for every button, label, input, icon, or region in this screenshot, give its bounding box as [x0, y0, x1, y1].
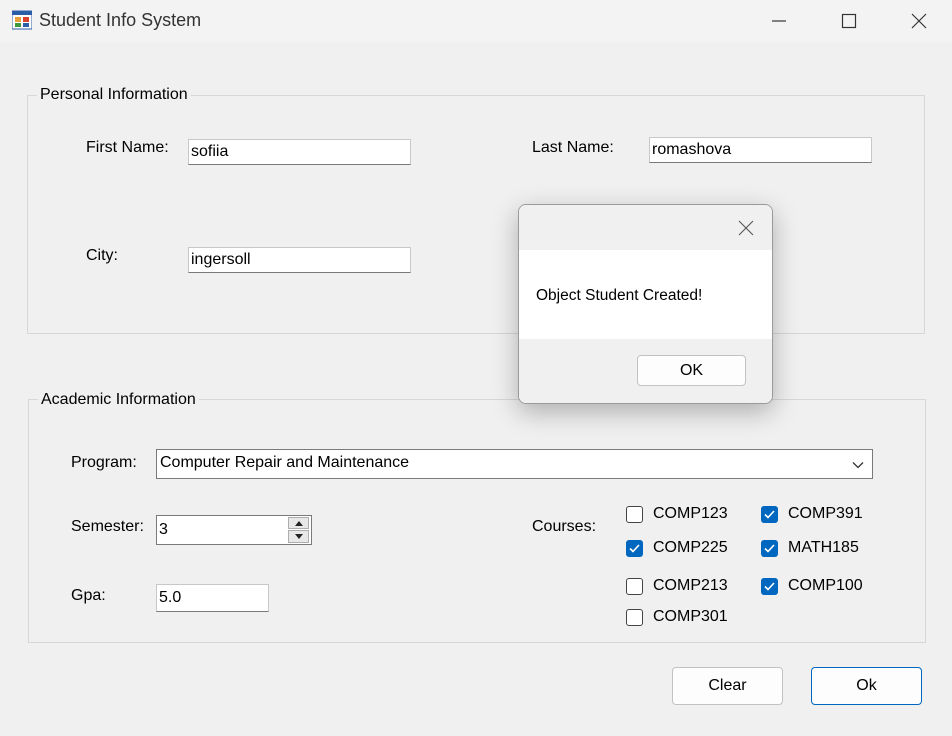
maximize-button[interactable] — [826, 0, 872, 42]
city-field[interactable]: ingersoll — [188, 247, 411, 273]
gpa-label: Gpa: — [71, 587, 106, 604]
course-label: COMP213 — [653, 577, 728, 594]
program-label: Program: — [71, 454, 137, 471]
checkbox-box[interactable] — [626, 506, 643, 523]
spin-up-icon — [294, 520, 303, 526]
spin-down-button[interactable] — [288, 530, 309, 543]
course-label: COMP301 — [653, 608, 728, 625]
minimize-button[interactable] — [756, 0, 802, 42]
course-label: MATH185 — [788, 539, 859, 556]
gpa-field[interactable]: 5.0 — [156, 584, 269, 612]
dialog-footer: OK — [519, 339, 772, 403]
message-dialog: Object Student Created! OK — [518, 204, 773, 404]
first-name-label: First Name: — [86, 139, 169, 156]
last-name-label: Last Name: — [532, 139, 614, 156]
course-label: COMP225 — [653, 539, 728, 556]
checkmark-icon — [764, 582, 775, 591]
window-title: Student Info System — [39, 10, 202, 30]
program-selected-value: Computer Repair and Maintenance — [160, 454, 410, 471]
dialog-message: Object Student Created! — [536, 287, 703, 304]
personal-info-legend: Personal Information — [37, 86, 191, 104]
chevron-down-icon — [852, 462, 864, 469]
course-label: COMP391 — [788, 505, 863, 522]
ok-button[interactable]: Ok — [811, 667, 922, 705]
checkmark-icon — [764, 510, 775, 519]
close-button[interactable] — [896, 0, 942, 42]
checkbox-box[interactable] — [626, 609, 643, 626]
checkmark-icon — [764, 544, 775, 553]
dialog-ok-button[interactable]: OK — [637, 355, 746, 386]
first-name-field[interactable]: sofiia — [188, 139, 411, 165]
dialog-title-bar — [519, 205, 772, 250]
title-bar: Student Info System — [0, 0, 952, 42]
close-icon — [738, 220, 754, 236]
clear-button[interactable]: Clear — [672, 667, 783, 705]
academic-info-legend: Academic Information — [38, 391, 199, 409]
semester-label: Semester: — [71, 518, 144, 535]
course-label: COMP123 — [653, 505, 728, 522]
maximize-icon — [841, 13, 857, 29]
minimize-icon — [772, 20, 786, 22]
semester-value: 3 — [159, 521, 168, 538]
close-icon — [911, 13, 927, 29]
checkbox-box[interactable] — [626, 578, 643, 595]
checkmark-icon — [629, 544, 640, 553]
last-name-field[interactable]: romashova — [649, 137, 872, 163]
checkbox-box[interactable] — [761, 578, 778, 595]
personal-info-group — [27, 95, 925, 334]
city-label: City: — [86, 247, 118, 264]
checkbox-box[interactable] — [761, 540, 778, 557]
courses-label: Courses: — [532, 518, 597, 535]
spin-down-icon — [294, 534, 303, 539]
spin-up-button[interactable] — [288, 517, 309, 529]
app-icon — [12, 10, 32, 30]
checkbox-box[interactable] — [761, 506, 778, 523]
program-dropdown[interactable]: Computer Repair and Maintenance — [156, 449, 873, 479]
course-label: COMP100 — [788, 577, 863, 594]
dialog-close-button[interactable] — [729, 213, 763, 243]
checkbox-box[interactable] — [626, 540, 643, 557]
